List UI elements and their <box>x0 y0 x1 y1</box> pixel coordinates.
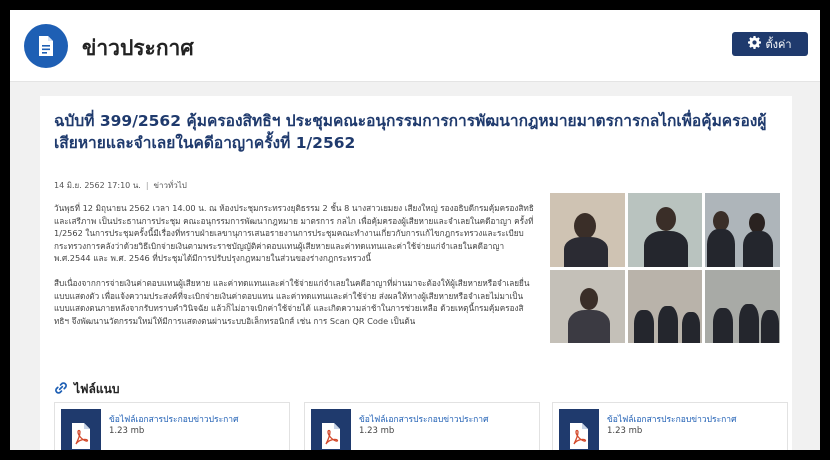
attachment-item[interactable]: ข้อไฟล์เอกสารประกอบข่าวประกาศ 1.23 mb <box>304 402 540 450</box>
attachment-name[interactable]: ข้อไฟล์เอกสารประกอบข่าวประกาศ <box>607 412 736 426</box>
photo-1 <box>550 193 625 267</box>
attachment-name[interactable]: ข้อไฟล์เอกสารประกอบข่าวประกาศ <box>109 412 238 426</box>
article-title: ฉบับที่ 399/2562 คุ้มครองสิทธิฯ ประชุมคณ… <box>54 112 767 152</box>
attachment-size: 1.23 mb <box>359 426 395 436</box>
photo-collage[interactable] <box>550 193 780 343</box>
article-body: วันพุธที่ 12 มิถุนายน 2562 เวลา 14.00 น.… <box>54 202 538 339</box>
article-paragraph: สืบเนื่องจากการจ่ายเงินค่าตอบแทนผู้เสียห… <box>54 277 530 326</box>
photo-6 <box>705 269 780 343</box>
photo-4 <box>550 269 625 343</box>
link-icon <box>54 381 68 398</box>
photo-2 <box>627 193 703 267</box>
pdf-icon <box>311 409 351 450</box>
attachment-item[interactable]: ข้อไฟล์เอกสารประกอบข่าวประกาศ 1.23 mb <box>552 402 788 450</box>
gear-icon <box>748 36 762 52</box>
pdf-icon <box>61 409 101 450</box>
document-icon <box>24 24 68 68</box>
settings-label: ตั้งค่า <box>765 38 792 51</box>
attachment-list: ข้อไฟล์เอกสารประกอบข่าวประกาศ 1.23 mb ข้… <box>54 402 788 450</box>
attachment-item[interactable]: ข้อไฟล์เอกสารประกอบข่าวประกาศ 1.23 mb <box>54 402 290 450</box>
attachment-name[interactable]: ข้อไฟล์เอกสารประกอบข่าวประกาศ <box>359 412 488 426</box>
photo-3 <box>705 193 780 267</box>
attachments-title: ไฟล์แนบ <box>74 382 120 396</box>
page-title: ข่าวประกาศ <box>82 36 194 60</box>
attachments-heading: ไฟล์แนบ <box>54 380 119 399</box>
settings-button[interactable]: ตั้งค่า <box>732 32 808 56</box>
photo-5 <box>627 269 703 343</box>
attachment-size: 1.23 mb <box>607 426 643 436</box>
app-frame: ข่าวประกาศ ตั้งค่า ฉบับที่ 399/2562 คุ้ม… <box>10 10 820 450</box>
page-header: ข่าวประกาศ ตั้งค่า <box>10 10 820 82</box>
pdf-icon <box>559 409 599 450</box>
article-meta: 14 มิ.ย. 2562 17:10 น. | ข่าวทั่วไป <box>54 181 187 190</box>
article-date: 14 มิ.ย. 2562 17:10 น. <box>54 181 141 190</box>
article-category[interactable]: ข่าวทั่วไป <box>154 181 187 190</box>
attachment-size: 1.23 mb <box>109 426 145 436</box>
article-card: ฉบับที่ 399/2562 คุ้มครองสิทธิฯ ประชุมคณ… <box>40 96 792 450</box>
article-paragraph: วันพุธที่ 12 มิถุนายน 2562 เวลา 14.00 น.… <box>54 203 534 264</box>
